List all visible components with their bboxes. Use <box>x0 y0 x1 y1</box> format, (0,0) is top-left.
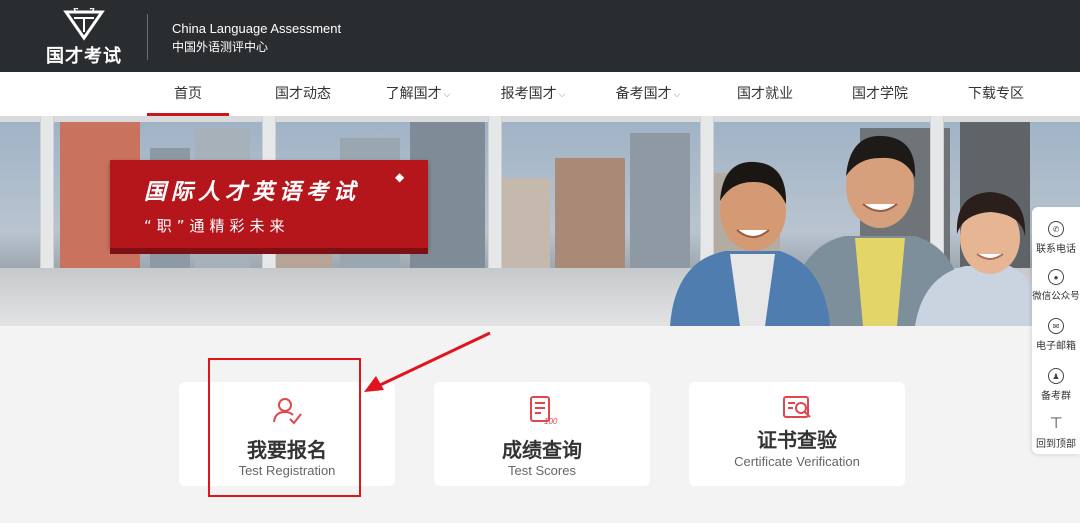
nav-label: 备考国才 <box>615 86 672 102</box>
chevron-down-icon: ⌵ <box>443 90 451 100</box>
skyline-building <box>500 178 550 268</box>
brand-name-zh: 中国外语测评中心 <box>172 40 269 54</box>
back-to-top-icon: ⊤ <box>1049 415 1063 432</box>
float-item-label: 备考群 <box>1041 391 1071 402</box>
side-float-bar: ✆ 联系电话 ● 微信公众号 ✉ 电子邮箱 ♟ 备考群 ⊤ 回到顶部 <box>1032 207 1080 454</box>
nav-label: 报考国才 <box>500 86 557 102</box>
students-photo <box>670 135 1040 326</box>
float-item-label: 联系电话 <box>1036 244 1076 255</box>
email-icon: ✉ <box>1048 318 1064 334</box>
nav-item-home[interactable]: 首页 <box>147 72 229 116</box>
site-logo[interactable]: 国才考试 <box>42 8 126 67</box>
svg-text:100: 100 <box>544 417 558 426</box>
window-mullion <box>488 116 502 268</box>
nav-label: 国才就业 <box>737 86 793 102</box>
annotation-highlight-box <box>208 358 361 497</box>
nav-item-about[interactable]: 了解国才 ⌵ <box>377 72 459 116</box>
annotation-arrow-icon <box>364 331 491 392</box>
hero-banner[interactable]: 国际人才英语考试 ◆ “职”通精彩未来 <box>0 116 1080 326</box>
float-item-wechat[interactable]: ● 微信公众号 <box>1032 269 1080 302</box>
nav-item-prepare[interactable]: 备考国才 ⌵ <box>607 72 689 116</box>
score-sheet-icon: 100 <box>530 396 558 426</box>
nav-label: 首页 <box>174 86 202 102</box>
nav-item-news[interactable]: 国才动态 <box>262 72 344 116</box>
nav-label: 了解国才 <box>385 86 442 102</box>
card-subtitle: Test Scores <box>508 463 576 478</box>
banner-slogan-panel: 国际人才英语考试 ◆ “职”通精彩未来 <box>110 160 428 254</box>
header-divider <box>147 14 148 60</box>
nav-label: 国才学院 <box>852 86 908 102</box>
main-nav: 首页 国才动态 了解国才 ⌵ 报考国才 ⌵ 备考国才 ⌵ 国才就业 国才学院 下载专区 <box>0 72 1080 116</box>
window-mullion <box>40 116 54 268</box>
window-rail <box>0 116 1080 122</box>
nav-item-downloads[interactable]: 下载专区 <box>955 72 1037 116</box>
card-certificate-verification[interactable]: 证书查验 Certificate Verification <box>689 382 905 486</box>
skyline-building <box>555 158 625 268</box>
panel-shadow-strip <box>110 248 428 254</box>
card-title: 证书查验 <box>757 428 837 452</box>
brand-name-en: China Language Assessment <box>172 21 342 36</box>
chevron-down-icon: ⌵ <box>673 90 681 100</box>
float-item-label: 回到顶部 <box>1036 439 1076 450</box>
top-header: 国才考试 China Language Assessment 中国外语测评中心 <box>0 0 1080 72</box>
float-item-back-to-top[interactable]: ⊤ 回到顶部 <box>1032 415 1080 451</box>
float-item-phone[interactable]: ✆ 联系电话 <box>1032 221 1080 255</box>
nav-item-register[interactable]: 报考国才 ⌵ <box>492 72 574 116</box>
banner-subtitle: “职”通精彩未来 <box>144 217 290 235</box>
phone-icon: ✆ <box>1048 221 1064 237</box>
float-item-label: 微信公众号 <box>1032 291 1080 302</box>
banner-title: 国际人才英语考试 <box>144 180 361 205</box>
qq-icon: ♟ <box>1048 368 1064 384</box>
nav-item-academy[interactable]: 国才学院 <box>839 72 921 116</box>
certificate-search-icon <box>783 396 811 418</box>
card-subtitle: Certificate Verification <box>734 454 860 469</box>
card-title: 成绩查询 <box>502 438 582 462</box>
chevron-down-icon: ⌵ <box>558 90 566 100</box>
nav-label: 国才动态 <box>275 86 331 102</box>
wechat-icon: ● <box>1048 269 1064 285</box>
float-item-email[interactable]: ✉ 电子邮箱 <box>1032 318 1080 352</box>
diamond-icon: ◆ <box>395 170 405 184</box>
nav-item-jobs[interactable]: 国才就业 <box>724 72 806 116</box>
logo-text: 国才考试 <box>46 46 122 67</box>
float-item-label: 电子邮箱 <box>1036 341 1076 352</box>
float-item-qq-group[interactable]: ♟ 备考群 <box>1032 368 1080 402</box>
logo-emblem-icon <box>63 8 105 41</box>
nav-label: 下载专区 <box>968 86 1024 102</box>
